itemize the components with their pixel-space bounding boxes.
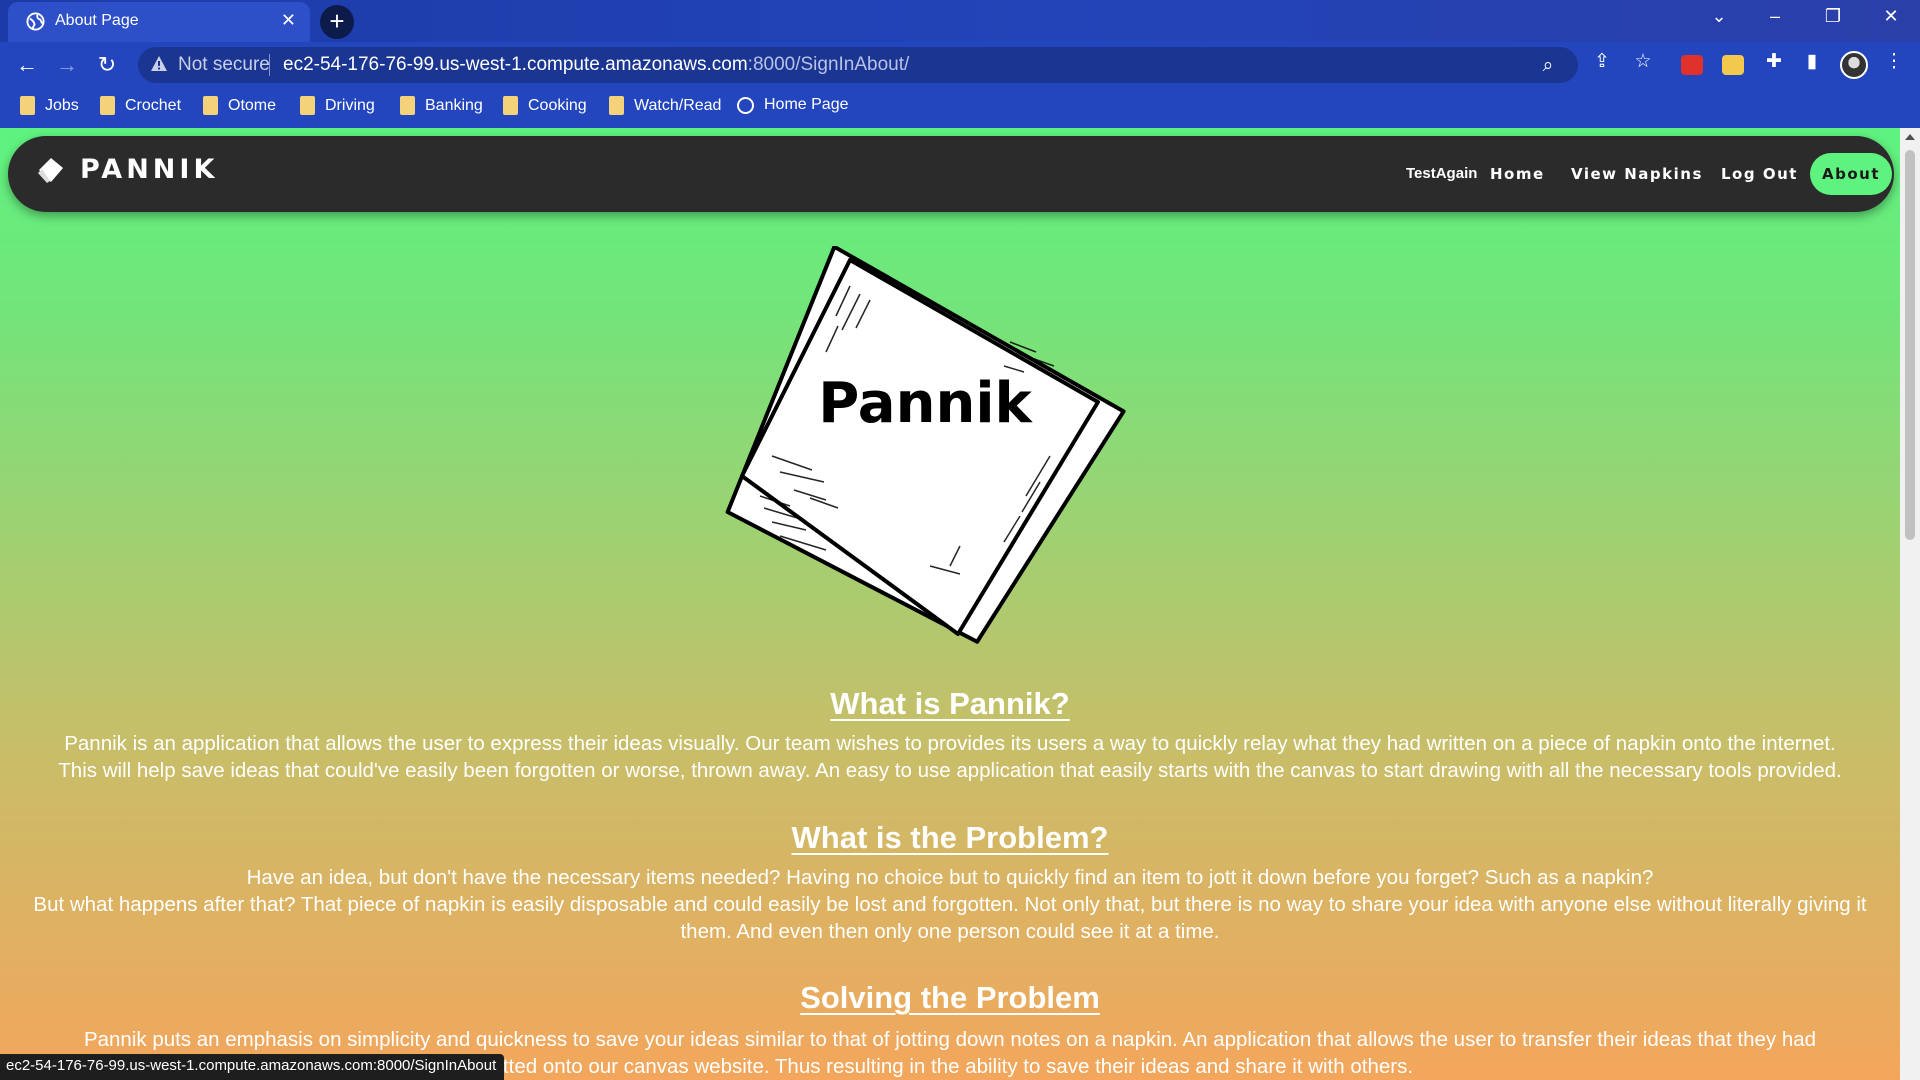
section-what-is-pannik: What is Pannik? Pannik is an application…: [0, 686, 1900, 784]
minimize-button[interactable]: –: [1760, 6, 1790, 27]
close-window-button[interactable]: ✕: [1876, 6, 1906, 27]
menu-kebab-icon[interactable]: ⋮: [1882, 50, 1906, 73]
bookmark-label: Home Page: [764, 96, 849, 113]
extension-red-icon[interactable]: [1681, 55, 1703, 75]
extension-yellow-icon[interactable]: [1722, 55, 1744, 75]
heading-what-is-pannik: What is Pannik?: [830, 686, 1070, 721]
folder-icon: [609, 96, 624, 115]
url-path: :8000/SignInAbout/: [747, 54, 910, 75]
page-viewport: PANNIK TestAgain Home View Napkins Log O…: [0, 128, 1900, 1080]
folder-icon: [300, 96, 315, 115]
folder-icon: [203, 96, 218, 115]
warning-icon: [151, 56, 167, 71]
url-host: ec2-54-176-76-99.us-west-1.compute.amazo…: [283, 54, 748, 75]
logo-text: Pannik: [818, 371, 1033, 436]
what-is-pannik-line-2: This will help save ideas that could've …: [58, 759, 1842, 782]
problem-line-2: But what happens after that? That piece …: [33, 893, 1867, 943]
omnibox-divider: [269, 54, 270, 76]
bookmark-banking[interactable]: Banking: [400, 96, 483, 115]
napkin-icon: [38, 157, 63, 183]
browser-tab-strip: About Page ✕ + ⌄ – ❐ ✕: [0, 0, 1920, 42]
folder-icon: [503, 96, 518, 115]
bookmark-otome[interactable]: Otome: [203, 96, 276, 115]
bookmark-crochet[interactable]: Crochet: [100, 96, 181, 115]
heading-solving-the-problem: Solving the Problem: [800, 980, 1100, 1015]
browser-toolbar: ← → ↻ Not secure ec2-54-176-76-99.us-wes…: [0, 42, 1920, 88]
scrollbar-thumb[interactable]: [1905, 150, 1915, 540]
nav-log-out-link[interactable]: Log Out: [1721, 165, 1798, 183]
bookmarks-bar: Jobs Crochet Otome Driving Banking Cooki…: [0, 88, 1920, 128]
link-status-bubble: ec2-54-176-76-99.us-west-1.compute.amazo…: [0, 1054, 505, 1080]
bookmark-jobs[interactable]: Jobs: [20, 96, 79, 115]
bookmark-label: Jobs: [45, 96, 79, 114]
nav-home-link[interactable]: Home: [1490, 165, 1545, 183]
globe-icon: [737, 96, 754, 114]
bookmark-cooking[interactable]: Cooking: [503, 96, 587, 115]
brand-logo[interactable]: PANNIK: [36, 154, 218, 185]
current-username: TestAgain: [1406, 165, 1478, 182]
pannik-logo-image: Pannik: [725, 246, 1126, 644]
not-secure-label[interactable]: Not secure: [178, 54, 270, 76]
folder-icon: [400, 96, 415, 115]
back-button[interactable]: ←: [12, 50, 42, 80]
heading-what-is-the-problem: What is the Problem?: [791, 820, 1109, 855]
tab-close-icon[interactable]: ✕: [281, 10, 296, 31]
bookmark-label: Watch/Read: [634, 96, 722, 114]
what-is-pannik-line-1: Pannik is an application that allows the…: [64, 732, 1836, 755]
profile-avatar[interactable]: [1840, 51, 1868, 79]
bookmark-driving[interactable]: Driving: [300, 96, 375, 115]
bookmark-label: Cooking: [528, 96, 587, 114]
nav-view-napkins-link[interactable]: View Napkins: [1571, 165, 1703, 183]
bookmark-label: Otome: [228, 96, 277, 114]
globe-icon: [26, 12, 45, 31]
share-icon[interactable]: ⇪: [1590, 50, 1614, 73]
bookmark-label: Driving: [325, 96, 375, 114]
browser-tab[interactable]: About Page ✕: [8, 2, 310, 42]
reload-button[interactable]: ↻: [92, 50, 122, 80]
extensions-puzzle-icon[interactable]: ✚: [1762, 50, 1786, 73]
bookmark-label: Banking: [425, 96, 483, 114]
solving-line-1: Pannik puts an emphasis on simplicity an…: [83, 1028, 1817, 1051]
new-tab-button[interactable]: +: [320, 5, 354, 39]
scroll-up-arrow-icon[interactable]: [1905, 134, 1915, 140]
bookmark-watch-read[interactable]: Watch/Read: [609, 96, 721, 115]
brand-name: PANNIK: [80, 154, 219, 185]
bookmark-star-icon[interactable]: ☆: [1631, 50, 1655, 73]
bookmark-label: Crochet: [125, 96, 182, 114]
folder-icon: [20, 96, 35, 115]
nav-about-button[interactable]: About: [1810, 153, 1892, 195]
bookmark-home-page[interactable]: Home Page: [737, 96, 849, 114]
restore-button[interactable]: ❐: [1818, 6, 1848, 27]
address-bar[interactable]: Not secure ec2-54-176-76-99.us-west-1.co…: [138, 47, 1578, 83]
zoom-icon[interactable]: ⌕: [1536, 55, 1560, 77]
side-panel-icon[interactable]: ▮: [1800, 50, 1824, 73]
folder-icon: [100, 96, 115, 115]
tab-search-icon[interactable]: ⌄: [1704, 6, 1734, 27]
section-what-is-the-problem: What is the Problem? Have an idea, but d…: [0, 820, 1900, 945]
tab-title: About Page: [55, 12, 139, 29]
site-navbar: PANNIK TestAgain Home View Napkins Log O…: [8, 136, 1894, 212]
problem-line-1: Have an idea, but don't have the necessa…: [246, 866, 1654, 889]
forward-button[interactable]: →: [52, 50, 82, 80]
url-text[interactable]: ec2-54-176-76-99.us-west-1.compute.amazo…: [283, 54, 909, 76]
page-scrollbar[interactable]: [1900, 128, 1920, 1080]
